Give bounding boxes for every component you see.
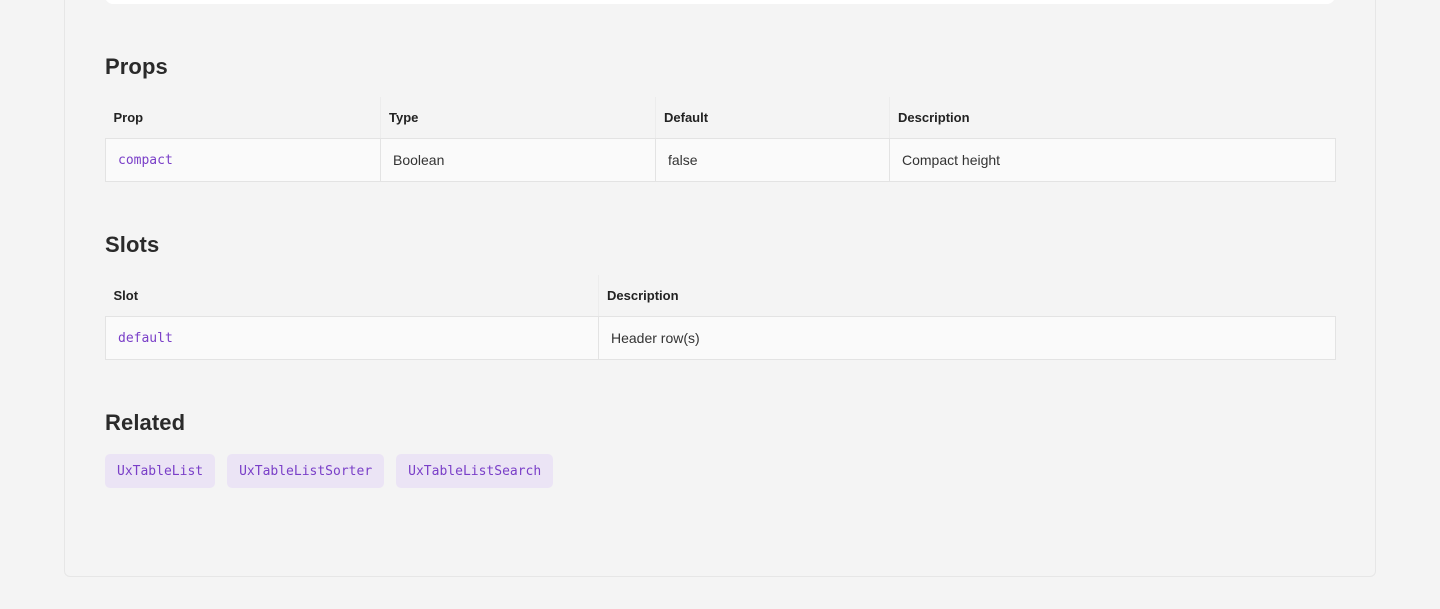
- prop-default: false: [655, 137, 890, 182]
- table-row: compact Boolean false Compact height: [105, 137, 1336, 182]
- slot-name: default: [118, 331, 173, 346]
- props-header-default: Default: [655, 97, 890, 139]
- slot-description: Header row(s): [598, 315, 1336, 360]
- props-header-prop: Prop: [105, 97, 381, 139]
- props-header-type: Type: [380, 97, 656, 139]
- table-row: default Header row(s): [105, 315, 1336, 360]
- props-table: Prop Type Default Description compact Bo…: [105, 97, 1336, 182]
- example-panel: [105, 0, 1335, 4]
- related-link-uxtablelist[interactable]: UxTableList: [105, 454, 216, 488]
- docs-page: Props Prop Type Default Description comp…: [0, 0, 1440, 609]
- slots-header-slot: Slot: [105, 275, 599, 317]
- props-heading: Props: [105, 54, 168, 79]
- slots-table-header: Slot Description: [105, 275, 1336, 317]
- prop-description: Compact height: [889, 137, 1336, 182]
- prop-name: compact: [118, 153, 173, 168]
- prop-type: Boolean: [380, 137, 656, 182]
- slots-heading: Slots: [105, 232, 160, 257]
- slots-table: Slot Description default Header row(s): [105, 275, 1336, 360]
- props-table-header: Prop Type Default Description: [105, 97, 1336, 139]
- props-header-description: Description: [889, 97, 1336, 139]
- related-heading: Related: [105, 410, 186, 435]
- slots-header-description: Description: [598, 275, 1336, 317]
- related-link-uxtablelistsorter[interactable]: UxTableListSorter: [227, 454, 385, 488]
- related-links: UxTableList UxTableListSorter UxTableLis…: [105, 454, 554, 488]
- related-link-uxtablelistsearch[interactable]: UxTableListSearch: [396, 454, 554, 488]
